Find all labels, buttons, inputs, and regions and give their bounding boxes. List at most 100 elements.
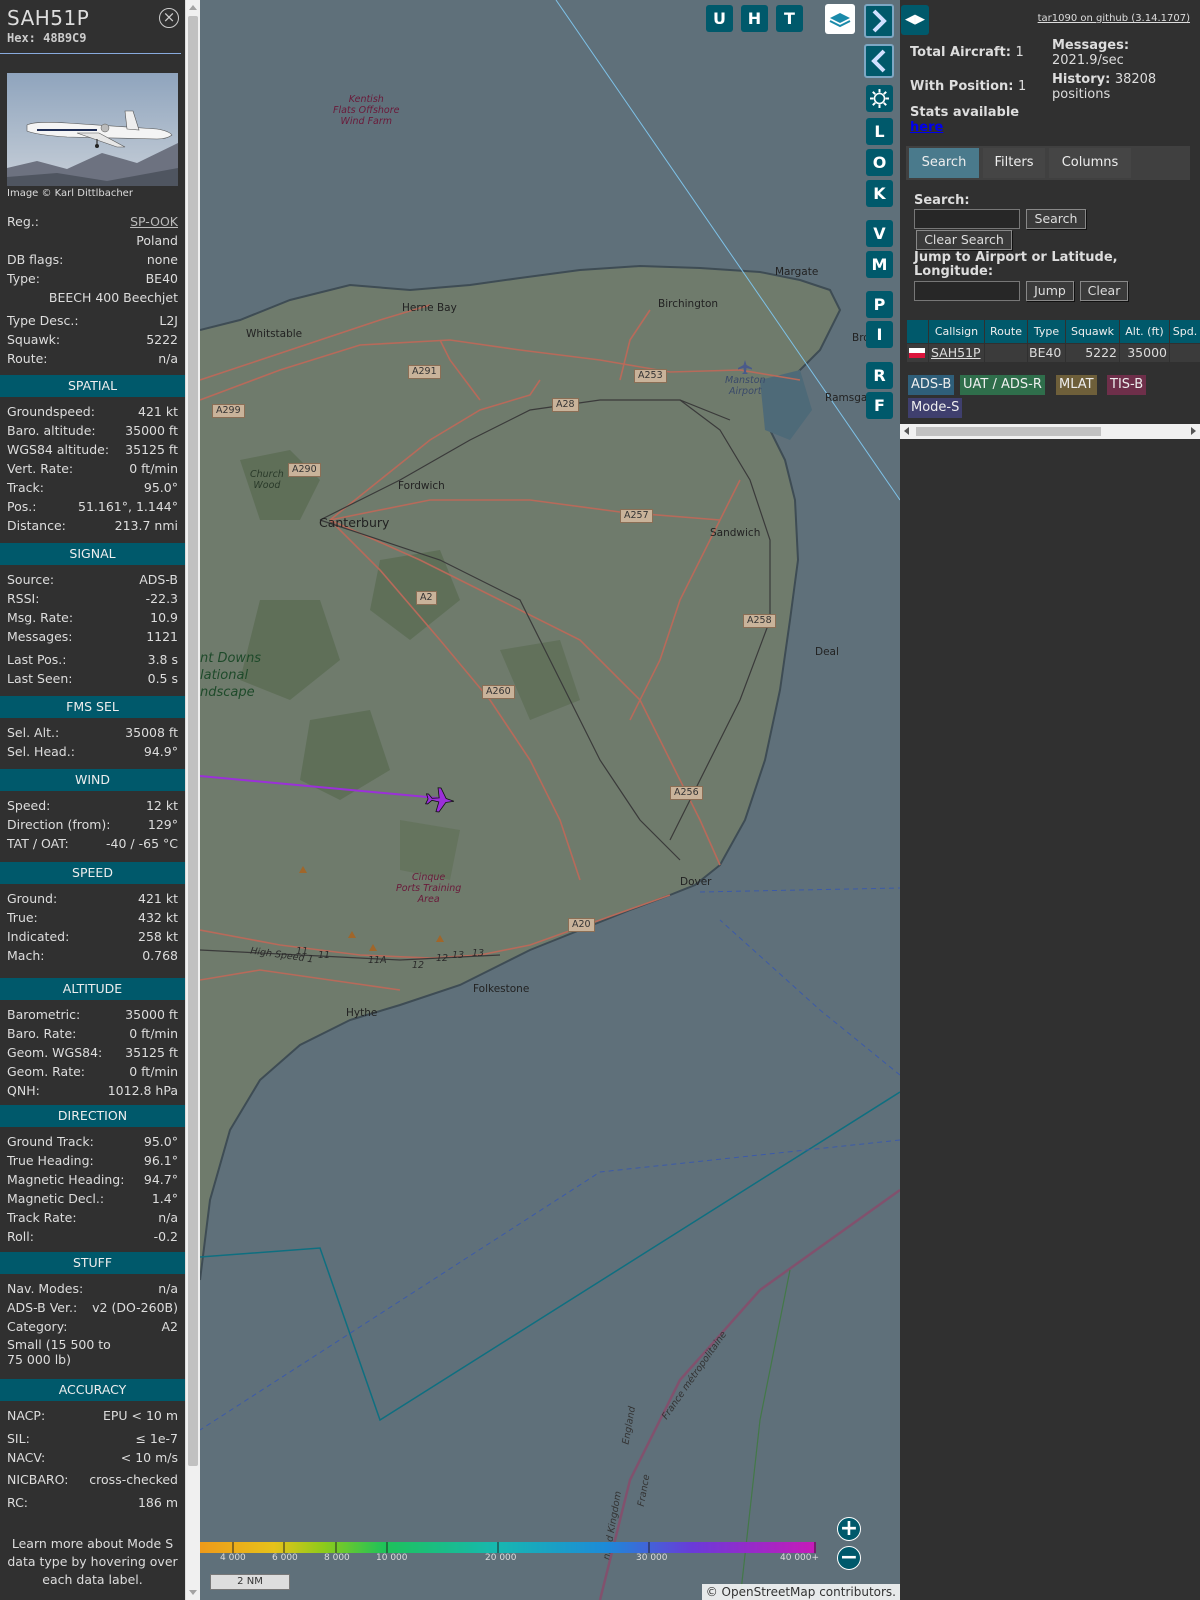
info-row-value: 432 kt bbox=[138, 910, 178, 925]
collapse-panel-button[interactable] bbox=[864, 44, 894, 78]
info-row-label: Indicated: bbox=[7, 929, 70, 944]
info-row: WGS84 altitude: 35125 ft bbox=[7, 441, 178, 459]
stats-link[interactable]: here bbox=[910, 120, 943, 135]
place-hythe: Hythe bbox=[346, 1007, 378, 1019]
road-label: A20 bbox=[568, 918, 595, 932]
zoom-in-button[interactable]: + bbox=[837, 1517, 861, 1541]
osm-link[interactable]: OpenStreetMap bbox=[722, 1585, 816, 1599]
map-button-r[interactable]: R bbox=[866, 362, 893, 389]
info-row-label: Geom. WGS84: bbox=[7, 1045, 103, 1060]
altitude-legend-tick: 20 000 bbox=[485, 1553, 517, 1563]
jump-button[interactable]: Jump bbox=[1026, 281, 1074, 301]
map-button-i[interactable]: I bbox=[866, 321, 893, 348]
map-button-t[interactable]: T bbox=[776, 5, 803, 32]
layers-icon bbox=[829, 13, 851, 28]
section-header-speed: SPEED bbox=[0, 862, 185, 884]
settings-button[interactable] bbox=[866, 85, 893, 112]
info-row-label: Sel. Head.: bbox=[7, 744, 75, 759]
zoom-out-button[interactable]: − bbox=[837, 1546, 861, 1570]
callsign-cell[interactable]: SAH51P bbox=[929, 344, 984, 362]
route-cell bbox=[985, 344, 1027, 362]
scroll-right-icon[interactable] bbox=[1191, 427, 1196, 435]
col-squawk[interactable]: Squawk bbox=[1066, 320, 1119, 343]
info-row-value: v2 (DO-260B) bbox=[92, 1300, 178, 1315]
info-row: Roll: -0.2 bbox=[7, 1228, 178, 1246]
selected-hex: Hex: 48B9C9 bbox=[7, 31, 87, 45]
table-scrollbar-thumb[interactable] bbox=[916, 427, 1101, 436]
map-button-u[interactable]: U bbox=[706, 5, 733, 32]
col-altitude[interactable]: Alt. (ft) bbox=[1120, 320, 1169, 343]
clear-search-button[interactable]: Clear Search bbox=[916, 230, 1012, 250]
junction-label: 11 bbox=[318, 950, 331, 961]
info-row-value: 35125 ft bbox=[125, 1045, 178, 1060]
layers-button[interactable] bbox=[825, 4, 855, 34]
scroll-down-icon[interactable] bbox=[189, 1590, 197, 1595]
tab-filters[interactable]: Filters bbox=[983, 148, 1045, 178]
info-row-value: 1121 bbox=[146, 629, 178, 644]
place-sandwich: Sandwich bbox=[710, 527, 761, 539]
altitude-color-legend bbox=[200, 1540, 816, 1554]
clear-jump-button[interactable]: Clear bbox=[1080, 281, 1128, 301]
info-row-value[interactable]: SP-OOK bbox=[130, 213, 178, 231]
map-button-p[interactable]: P bbox=[866, 291, 893, 318]
expand-panel-button[interactable] bbox=[864, 4, 894, 38]
info-row-value: 0.5 s bbox=[147, 671, 178, 686]
total-aircraft-label: Total Aircraft: bbox=[910, 45, 1011, 60]
table-horizontal-scrollbar[interactable] bbox=[900, 424, 1200, 439]
map-button-k[interactable]: K bbox=[866, 180, 893, 207]
col-speed[interactable]: Spd. bbox=[1170, 320, 1200, 343]
map-button-l[interactable]: L bbox=[866, 118, 893, 145]
scroll-up-icon[interactable] bbox=[189, 5, 197, 10]
map-button-h[interactable]: H bbox=[741, 5, 768, 32]
photo-credit: Image © Karl Dittlbacher bbox=[7, 188, 133, 199]
junction-label: 13 bbox=[472, 948, 485, 959]
aircraft-info-panel: SAH51P Hex: 48B9C9 × Image © Karl Dittlb… bbox=[0, 0, 200, 1600]
road-label: A260 bbox=[482, 685, 515, 699]
info-scrollbar-thumb[interactable] bbox=[188, 16, 198, 1466]
info-row: SIL: ≤ 1e-7 bbox=[7, 1430, 178, 1448]
source-chip-ads-b[interactable]: ADS-B bbox=[908, 375, 955, 395]
attribution-suffix: contributors. bbox=[819, 1585, 896, 1599]
map-button-o[interactable]: O bbox=[866, 149, 893, 176]
place-kentish-flats: Kentish Flats Offshore Wind Farm bbox=[333, 94, 400, 127]
version-link[interactable]: tar1090 on github (3.14.1707) bbox=[1038, 13, 1190, 24]
info-row: Magnetic Decl.: 1.4° bbox=[7, 1190, 178, 1208]
col-type[interactable]: Type bbox=[1028, 320, 1065, 343]
info-row: Type Desc.: L2J bbox=[7, 312, 178, 330]
source-chip-uat-ads-r[interactable]: UAT / ADS-R bbox=[960, 375, 1045, 395]
place-canterbury: Canterbury bbox=[319, 515, 390, 530]
info-row-label: Last Pos.: bbox=[7, 652, 67, 667]
aircraft-photo[interactable] bbox=[7, 73, 178, 186]
search-button[interactable]: Search bbox=[1026, 209, 1086, 229]
info-scrollbar[interactable] bbox=[185, 0, 200, 1600]
info-row-value: 0 ft/min bbox=[129, 1026, 178, 1041]
source-chip-mode-s[interactable]: Mode-S bbox=[908, 398, 963, 418]
jump-input[interactable] bbox=[914, 281, 1020, 301]
tab-columns[interactable]: Columns bbox=[1049, 148, 1131, 178]
tab-search[interactable]: Search bbox=[909, 148, 979, 178]
map-view[interactable]: Margate Herne Bay Birchington Whitstable… bbox=[200, 0, 900, 1600]
info-row: Geom. WGS84: 35125 ft bbox=[7, 1044, 178, 1062]
map-button-v[interactable]: V bbox=[866, 220, 893, 247]
source-chip-tis-b[interactable]: TIS-B bbox=[1107, 375, 1147, 395]
toggle-sidebar-button[interactable]: ◀▶ bbox=[901, 5, 929, 35]
info-row-value: ADS-B bbox=[139, 572, 178, 587]
col-callsign[interactable]: Callsign bbox=[929, 320, 984, 343]
section-header-altitude: ALTITUDE bbox=[0, 978, 185, 1000]
info-row: Last Seen: 0.5 s bbox=[7, 670, 178, 688]
info-row: Barometric: 35000 ft bbox=[7, 1006, 178, 1024]
info-row-label: SIL: bbox=[7, 1431, 30, 1446]
scroll-left-icon[interactable] bbox=[904, 427, 909, 435]
info-row-value: 94.9° bbox=[143, 744, 178, 759]
map-button-m[interactable]: M bbox=[866, 251, 893, 278]
info-row: ADS-B Ver.: v2 (DO-260B) bbox=[7, 1299, 178, 1317]
source-chip-mlat[interactable]: MLAT bbox=[1056, 375, 1097, 395]
map-button-f[interactable]: F bbox=[866, 392, 893, 419]
col-route[interactable]: Route bbox=[985, 320, 1027, 343]
info-row-value: Poland bbox=[136, 233, 178, 248]
altitude-legend-tick: 40 000+ bbox=[780, 1553, 820, 1563]
close-info-button[interactable]: × bbox=[159, 8, 179, 28]
col-flag[interactable] bbox=[907, 320, 928, 343]
info-row-value: BE40 bbox=[145, 271, 178, 286]
search-input[interactable] bbox=[914, 209, 1020, 229]
